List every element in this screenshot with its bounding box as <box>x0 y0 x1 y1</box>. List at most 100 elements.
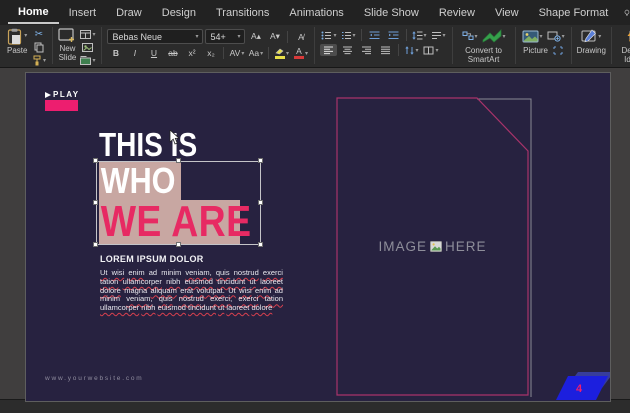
character-spacing-button[interactable]: AV ▾ <box>228 47 245 59</box>
columns-dropdown-arrow: ▾ <box>435 47 439 54</box>
increase-indent-button[interactable] <box>385 29 402 41</box>
tab-home[interactable]: Home <box>8 1 59 24</box>
clipboard-group: ▾ Paste ✂ ▾ <box>2 27 54 66</box>
decrease-indent-button[interactable] <box>366 29 383 41</box>
pencil-icon <box>581 29 597 43</box>
tab-design[interactable]: Design <box>152 2 206 23</box>
page-number-shape: 4 <box>556 372 610 400</box>
bullets-button[interactable]: ▾ <box>320 29 337 41</box>
lightbulb-icon <box>624 9 630 16</box>
font-size-dropdown-arrow: ▾ <box>237 34 241 40</box>
strikethrough-button[interactable]: ab <box>164 47 181 59</box>
page-number: 4 <box>576 383 583 395</box>
font-name-dropdown-arrow: ▾ <box>195 34 199 40</box>
picture-placeholder-icon[interactable] <box>553 46 563 55</box>
numbering-icon <box>341 31 351 39</box>
layout-icon <box>80 29 92 39</box>
tab-view[interactable]: View <box>485 2 529 23</box>
italic-button[interactable]: I <box>126 47 143 59</box>
smartart-dropdown-arrow: ▾ <box>502 33 506 40</box>
increase-font-button[interactable]: A▴ <box>247 31 264 43</box>
tab-draw[interactable]: Draw <box>106 2 152 23</box>
drawing-dropdown-arrow: ▾ <box>598 33 602 40</box>
bold-button[interactable]: B <box>107 47 124 59</box>
new-slide-button[interactable]: New Slide <box>58 27 76 63</box>
paste-button[interactable]: ▾ Paste <box>7 27 27 56</box>
columns-button[interactable]: ▾ <box>422 44 439 56</box>
status-bar <box>0 399 630 413</box>
menubar: Home Insert Draw Design Transitions Anim… <box>0 0 630 25</box>
slide-canvas-area[interactable]: PLAY IMAGE HERE THIS IS WHO WE ARE LOREM… <box>0 68 630 401</box>
align-left-button[interactable] <box>320 44 338 56</box>
font-size-select[interactable]: 54+ ▾ <box>205 29 246 44</box>
screenshot-button[interactable]: ▾ <box>546 29 566 43</box>
scissors-icon: ✂ <box>34 28 44 40</box>
subscript-button[interactable]: x₂ <box>202 47 219 59</box>
picture-group: ▾ ▾ Picture <box>516 27 572 64</box>
align-center-button[interactable] <box>339 44 356 56</box>
shape-list-button[interactable]: ▾ <box>461 29 479 43</box>
tab-transitions[interactable]: Transitions <box>206 2 279 23</box>
tab-insert[interactable]: Insert <box>59 2 107 23</box>
new-slide-label: New Slide <box>58 44 77 62</box>
change-case-dropdown-arrow: ▾ <box>260 50 264 57</box>
paste-dropdown-arrow[interactable]: ▾ <box>24 33 27 40</box>
font-group: Bebas Neue ▾ 54+ ▾ A▴ A▾ A̸ B I U ab x² … <box>102 27 316 64</box>
new-slide-icon <box>58 28 75 42</box>
font-name-select[interactable]: Bebas Neue ▾ <box>107 29 204 44</box>
text-direction-dropdown-arrow: ▾ <box>442 32 446 39</box>
font-color-icon: A <box>293 47 304 60</box>
decrease-font-button[interactable]: A▾ <box>266 31 283 43</box>
format-painter-button[interactable]: ▾ <box>30 54 47 66</box>
tab-slide-show[interactable]: Slide Show <box>354 2 429 23</box>
change-case-button[interactable]: Aa ▾ <box>247 47 264 59</box>
paste-label: Paste <box>7 46 28 55</box>
font-name-value: Bebas Neue <box>112 31 163 42</box>
format-painter-dropdown-arrow[interactable]: ▾ <box>43 57 46 64</box>
align-right-icon <box>362 46 372 54</box>
highlight-color-button[interactable]: ▾ <box>273 47 290 59</box>
insert-picture-button[interactable]: ▾ <box>521 29 544 43</box>
layout-button[interactable]: ▾ <box>79 28 96 40</box>
line-spacing-button[interactable]: ▾ <box>411 29 428 41</box>
reset-slide-button[interactable] <box>79 41 96 53</box>
design-ideas-button[interactable] <box>625 29 630 43</box>
clear-formatting-button[interactable]: A̸ <box>292 31 309 43</box>
divider <box>405 29 407 41</box>
font-color-button[interactable]: A ▾ <box>292 47 309 60</box>
tab-review[interactable]: Review <box>429 2 485 23</box>
divider <box>268 47 270 59</box>
slide[interactable]: PLAY IMAGE HERE THIS IS WHO WE ARE LOREM… <box>26 73 610 401</box>
vertical-align-icon <box>405 45 415 55</box>
font-color-dropdown-arrow: ▾ <box>304 50 308 57</box>
tab-animations[interactable]: Animations <box>279 2 353 23</box>
highlighter-icon <box>274 48 285 59</box>
convert-smartart-button[interactable]: ▾ <box>481 29 507 43</box>
align-center-icon <box>343 46 353 54</box>
underline-button[interactable]: U <box>145 47 162 59</box>
superscript-button[interactable]: x² <box>183 47 200 59</box>
drawing-group: ▾ Drawing <box>572 27 612 64</box>
smartart-group: ▾ ▾ Convert to SmartArt <box>453 27 516 64</box>
section-dropdown-arrow[interactable]: ▾ <box>92 57 95 64</box>
justify-button[interactable] <box>377 44 394 56</box>
vertical-align-button[interactable]: ▾ <box>403 44 420 56</box>
paragraph-group: ▾ ▾ ▾ ▾ ▾ ▾ <box>315 27 453 64</box>
divider <box>287 30 289 43</box>
powerpoint-window: Home Insert Draw Design Transitions Anim… <box>0 0 630 413</box>
copy-button[interactable] <box>30 41 47 53</box>
columns-icon <box>423 46 434 54</box>
increase-indent-icon <box>388 31 399 39</box>
align-right-button[interactable] <box>358 44 375 56</box>
picture-icon <box>522 30 539 42</box>
tell-me[interactable]: Tell me <box>624 1 630 25</box>
section-button[interactable]: ▾ <box>79 54 96 66</box>
text-direction-icon <box>431 31 441 39</box>
cut-button[interactable]: ✂ <box>30 28 47 40</box>
drawing-button[interactable]: ▾ <box>580 29 602 43</box>
tab-shape-format[interactable]: Shape Format <box>529 2 619 23</box>
text-direction-button[interactable]: ▾ <box>430 29 447 41</box>
numbering-button[interactable]: ▾ <box>340 29 357 41</box>
layout-dropdown-arrow[interactable]: ▾ <box>92 31 95 38</box>
ribbon: ▾ Paste ✂ ▾ New Slide ▾ ▾ Bebas Neue ▾ 5… <box>0 25 630 68</box>
